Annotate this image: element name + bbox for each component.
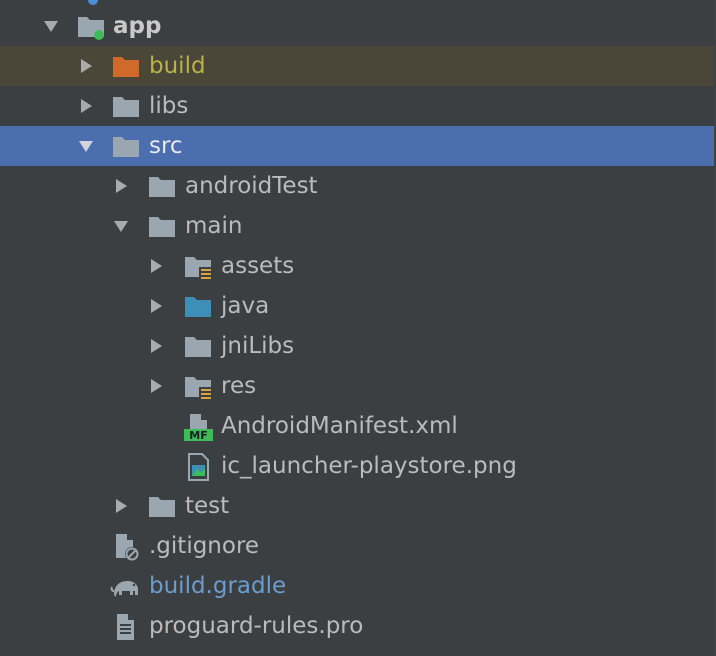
expand-arrow-right-icon[interactable] [147,377,165,395]
tree-row-res[interactable]: res [0,366,716,406]
tree-label: androidTest [185,173,318,199]
partial-icon [88,0,98,5]
folder-icon [183,333,213,361]
tree-row-build-gradle[interactable]: build.gradle [0,566,716,606]
resource-folder-icon [183,253,213,281]
tree-label: main [185,213,243,239]
expand-arrow-right-icon[interactable] [147,337,165,355]
tree-row-build[interactable]: build [0,46,716,86]
tree-label: test [185,493,230,519]
tree-row-main[interactable]: main [0,206,716,246]
tree-row-libs[interactable]: libs [0,86,716,126]
project-tree: app build libs src androidTest main asse… [0,0,716,656]
folder-icon [111,133,141,161]
ignored-file-icon [111,533,141,561]
tree-label: libs [149,93,189,119]
image-file-icon [183,453,213,481]
expand-arrow-right-icon[interactable] [77,97,95,115]
tree-label: app [113,13,162,39]
folder-icon [147,173,177,201]
expand-arrow-down-icon[interactable] [42,17,60,35]
resource-folder-icon [183,373,213,401]
tree-label: java [221,293,270,319]
tree-row-test[interactable]: test [0,486,716,526]
tree-label: ic_launcher-playstore.png [221,453,517,479]
tree-row-java[interactable]: java [0,286,716,326]
tree-label: proguard-rules.pro [149,613,364,639]
tree-row-jnilibs[interactable]: jniLibs [0,326,716,366]
tree-label: jniLibs [221,333,295,359]
module-folder-icon [76,13,106,41]
manifest-file-icon: MF [183,413,213,441]
tree-label: AndroidManifest.xml [221,413,458,439]
tree-label: build.gradle [149,573,287,599]
tree-label: .gitignore [149,533,260,559]
manifest-badge: MF [189,429,207,441]
tree-label: src [149,133,183,159]
gradle-elephant-icon [110,573,140,601]
expand-arrow-right-icon[interactable] [112,497,130,515]
expand-arrow-right-icon[interactable] [112,177,130,195]
source-folder-icon [183,293,213,321]
expand-arrow-down-icon[interactable] [112,217,130,235]
tree-row-ic-launcher[interactable]: ic_launcher-playstore.png [0,446,716,486]
tree-label: build [149,53,206,79]
folder-icon [111,93,141,121]
expand-arrow-right-icon[interactable] [147,257,165,275]
text-file-icon [111,613,141,641]
tree-row-app[interactable]: app [0,6,716,46]
folder-icon [147,213,177,241]
tree-row-androidtest[interactable]: androidTest [0,166,716,206]
expand-arrow-down-icon[interactable] [77,137,95,155]
tree-label: assets [221,253,295,279]
tree-row-proguard[interactable]: proguard-rules.pro [0,606,716,646]
tree-row-gitignore[interactable]: .gitignore [0,526,716,566]
tree-row-src[interactable]: src [0,126,716,166]
folder-icon [147,493,177,521]
expand-arrow-right-icon[interactable] [147,297,165,315]
excluded-folder-icon [111,53,141,81]
tree-label: res [221,373,257,399]
expand-arrow-right-icon[interactable] [77,57,95,75]
tree-row-androidmanifest[interactable]: MF AndroidManifest.xml [0,406,716,446]
tree-row-assets[interactable]: assets [0,246,716,286]
